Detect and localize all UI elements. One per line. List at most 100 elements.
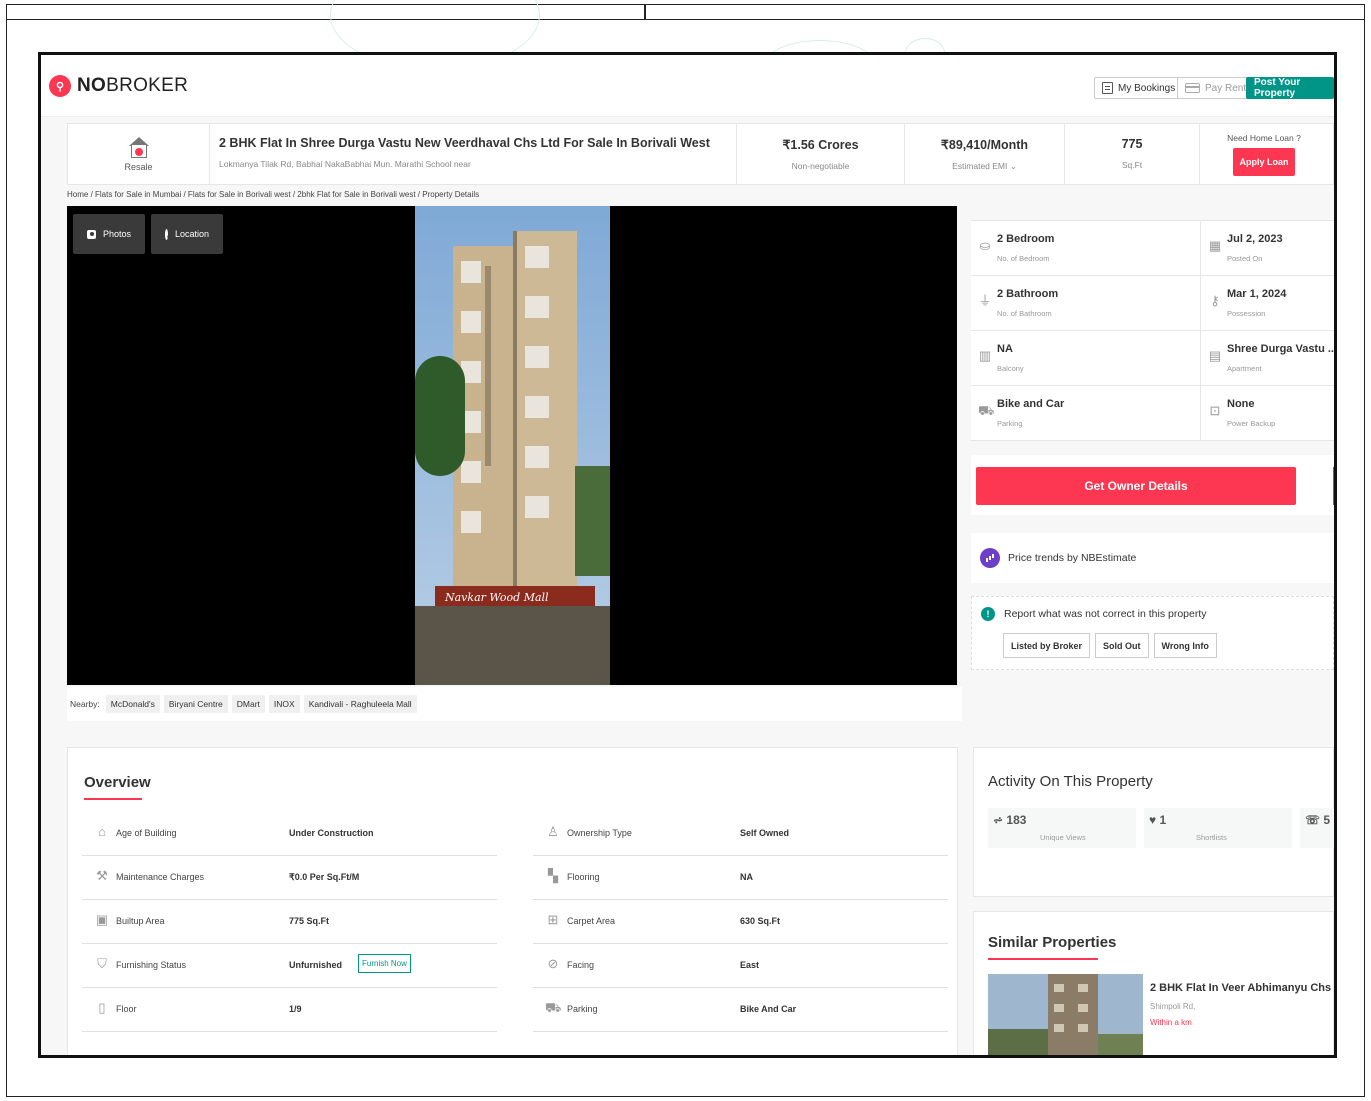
area-cell: 775 Sq.Ft <box>1065 124 1200 184</box>
emi-dropdown[interactable]: Estimated EMI ⌄ <box>952 161 1017 172</box>
furnish-now-button[interactable]: Furnish Now <box>358 954 411 973</box>
overview-row: ▚ Flooring NA <box>533 856 948 900</box>
nobroker-logo[interactable]: ⚲ NOBROKER <box>49 75 188 97</box>
similar-property-name[interactable]: 2 BHK Flat In Veer Abhimanyu Chs For Sal… <box>1150 982 1334 994</box>
shower-icon: ⏚ <box>978 293 992 308</box>
my-bookings-button[interactable]: My Bookings <box>1094 77 1184 99</box>
overview-value: Bike And Car <box>740 1004 797 1014</box>
secondary-action-edge[interactable] <box>1333 467 1334 505</box>
spec-value: 2 Bedroom <box>997 233 1055 245</box>
overview-value: 775 Sq.Ft <box>289 916 330 926</box>
spec-value: 2 Bathroom <box>997 288 1059 300</box>
tiles-icon: ▚ <box>548 868 558 883</box>
spec-label: Parking <box>997 419 1023 428</box>
report-listed-by-broker-button[interactable]: Listed by Broker <box>1003 633 1091 658</box>
compass-icon <box>165 228 168 240</box>
report-heading-text: Report what was not correct in this prop… <box>1004 608 1207 620</box>
owner-icon: ♙ <box>547 824 559 839</box>
spec-label: No. of Bathroom <box>997 309 1052 318</box>
listing-title: 2 BHK Flat In Shree Durga Vastu New Veer… <box>219 136 710 150</box>
nearby-chip[interactable]: McDonald's <box>105 695 160 713</box>
nearby-chip[interactable]: DMart <box>231 695 265 713</box>
building-photo: Navkar Wood Mall <box>415 206 610 685</box>
overview-row: ⌂ Age of Building Under Construction <box>82 812 497 856</box>
apply-loan-button[interactable]: Apply Loan <box>1233 148 1295 176</box>
overview-value: ₹0.0 Per Sq.Ft/M <box>289 872 360 882</box>
overview-value: East <box>740 960 760 970</box>
carpet-icon: ⊞ <box>547 912 559 927</box>
spec-power-backup: ⊡ None Power Backup <box>1201 386 1334 441</box>
overview-key: Furnishing Status <box>116 960 187 970</box>
overview-row: ▣ Builtup Area 775 Sq.Ft <box>82 900 497 944</box>
overview-key: Age of Building <box>116 828 177 838</box>
spec-bedroom: ⛀ 2 Bedroom No. of Bedroom <box>971 221 1201 276</box>
nearby-places: Nearby: McDonald's Biryani Centre DMart … <box>67 687 962 721</box>
top-header: ⚲ NOBROKER My Bookings Pay Rent Post You… <box>41 55 1334 117</box>
balcony-icon: ▥ <box>978 348 992 363</box>
report-sold-out-button[interactable]: Sold Out <box>1095 633 1149 658</box>
area-value: 775 <box>1121 137 1143 151</box>
shortlists-label: Shortlists <box>1196 833 1227 842</box>
overview-key: Parking <box>567 1004 598 1014</box>
similar-property-address: Shimpoli Rd, <box>1150 1002 1196 1011</box>
report-box: ! Report what was not correct in this pr… <box>971 596 1334 670</box>
nearby-chip[interactable]: Biryani Centre <box>163 695 228 713</box>
location-button[interactable]: Location <box>151 214 223 254</box>
shortlists-count: ♥ 1 <box>1149 813 1167 827</box>
spec-parking: ⛟ Bike and Car Parking <box>971 386 1201 441</box>
nearby-label: Nearby: <box>70 699 100 709</box>
owner-details-box: Get Owner Details <box>971 455 1334 515</box>
listing-title-cell: 2 BHK Flat In Shree Durga Vastu New Veer… <box>210 124 737 184</box>
photos-label: Photos <box>102 229 131 239</box>
pay-rent-label: Pay Rent <box>1205 82 1247 94</box>
price-cell: ₹1.56 Crores Non-negotiable <box>737 124 905 184</box>
pay-rent-button[interactable]: Pay Rent <box>1177 77 1255 99</box>
listing-summary-bar: Resale 2 BHK Flat In Shree Durga Vastu N… <box>67 123 1334 185</box>
report-wrong-info-button[interactable]: Wrong Info <box>1153 633 1217 658</box>
overview-row: ⛉ Furnishing Status Unfurnished Furnish … <box>82 944 497 988</box>
area-unit: Sq.Ft <box>1121 160 1143 170</box>
listing-address: Lokmanya Tilak Rd, Babhai NakaBabhai Mun… <box>219 159 471 169</box>
property-type-cell: Resale <box>68 124 210 184</box>
bed-icon: ⛀ <box>979 238 991 253</box>
overview-key: Facing <box>567 960 595 970</box>
views-count: ⩫ 183 <box>993 813 1027 827</box>
building-age-icon: ⌂ <box>98 824 106 839</box>
overview-value: NA <box>740 872 753 882</box>
overview-title: Overview <box>84 774 151 791</box>
alert-icon: ! <box>981 607 995 621</box>
spec-value: None <box>1227 398 1255 410</box>
photo-gallery[interactable]: Navkar Wood Mall Photos Location <box>67 206 957 685</box>
building-sign-text: Navkar Wood Mall <box>444 591 549 604</box>
location-label: Location <box>174 229 209 239</box>
spec-value: Shree Durga Vastu ... <box>1227 343 1337 355</box>
spec-posted-on: ▦ Jul 2, 2023 Posted On <box>1201 221 1334 276</box>
price-trends-link[interactable]: Price trends by NBEstimate <box>971 533 1334 583</box>
compass-icon: ⊘ <box>547 956 559 971</box>
nearby-chip[interactable]: INOX <box>268 695 300 713</box>
contacts-count: ☏ 5 <box>1305 813 1331 827</box>
home-loan-cell: Need Home Loan ? Apply Loan <box>1200 124 1328 184</box>
building-icon: ▤ <box>1208 348 1222 363</box>
spec-value: NA <box>997 343 1013 355</box>
breadcrumb[interactable]: Home / Flats for Sale in Mumbai / Flats … <box>67 190 479 199</box>
similar-properties-section: Similar Properties 2 BHK Flat In Veer Ab… <box>973 911 1334 1058</box>
overview-row: ⊞ Carpet Area 630 Sq.Ft <box>533 900 948 944</box>
overview-key: Floor <box>116 1004 137 1014</box>
post-property-button[interactable]: Post Your Property <box>1246 77 1334 99</box>
shortlists-stat: ♥ 1 Shortlists <box>1144 808 1292 848</box>
overview-key: Carpet Area <box>567 916 616 926</box>
similar-property-photo[interactable] <box>988 974 1143 1058</box>
floor-icon: ▯ <box>98 1000 106 1015</box>
spec-balcony: ▥ NA Balcony <box>971 331 1201 386</box>
spec-label: Power Backup <box>1227 419 1276 428</box>
price-note: Non-negotiable <box>791 161 850 171</box>
overview-row: ♙ Ownership Type Self Owned <box>533 812 948 856</box>
photos-button[interactable]: Photos <box>73 214 145 254</box>
camera-icon <box>87 229 96 239</box>
nearby-chip[interactable]: Kandivali - Raghuleela Mall <box>303 695 417 713</box>
emi-cell[interactable]: ₹89,410/Month Estimated EMI ⌄ <box>905 124 1065 184</box>
logo-text: NOBROKER <box>77 75 189 96</box>
get-owner-details-button[interactable]: Get Owner Details <box>976 467 1296 505</box>
sofa-icon: ⛉ <box>97 956 107 971</box>
